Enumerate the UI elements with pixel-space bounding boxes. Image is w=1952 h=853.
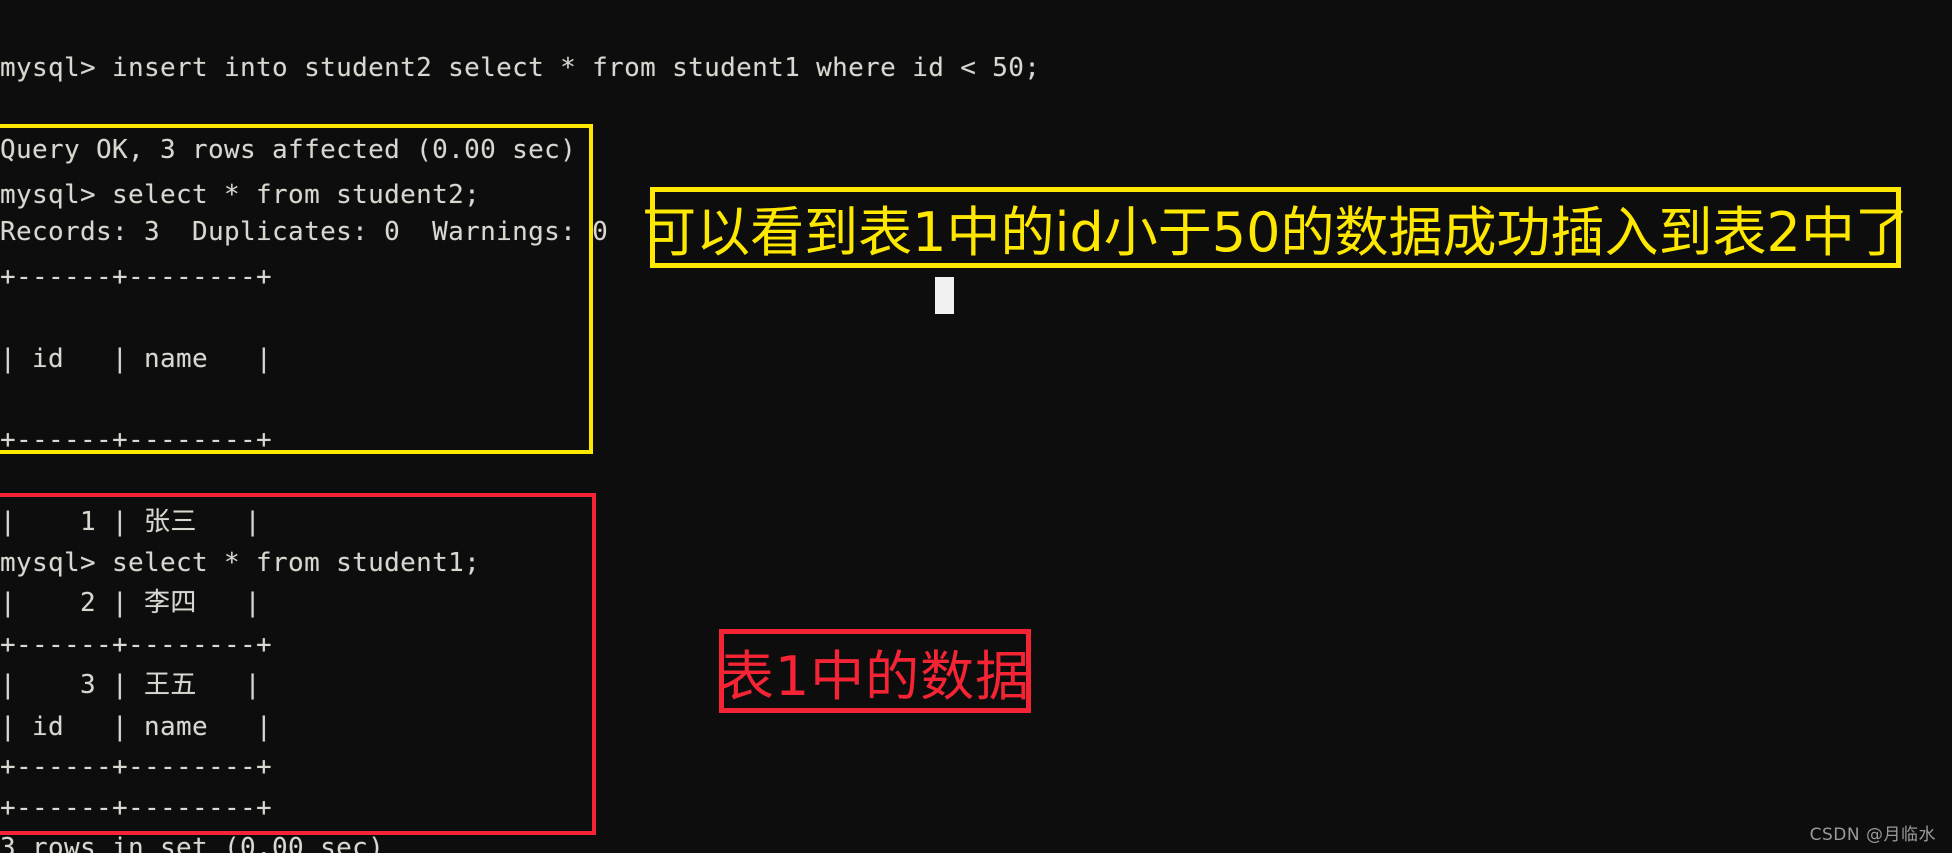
annotation-red-text: 表1中的数据	[719, 644, 1031, 708]
table-header-row: | id | name |	[0, 711, 273, 742]
terminal-screen: mysql> insert into student2 select * fro…	[0, 0, 1952, 853]
terminal-line-prompt: mysql> select * from student1;	[0, 548, 481, 579]
table-border-mid: +------+--------+	[0, 425, 273, 456]
text-cursor	[935, 277, 954, 314]
annotation-red: 表1中的数据	[719, 629, 1031, 713]
terminal-line: mysql> insert into student2 select * fro…	[0, 53, 1041, 84]
watermark: CSDN @月临水	[1809, 825, 1936, 845]
table-border-top: +------+--------+	[0, 262, 273, 292]
annotation-yellow-text: 可以看到表1中的id小于50的数据成功插入到表2中了	[642, 201, 1909, 264]
table-header-row: | id | name |	[0, 343, 273, 374]
table-border-mid: +------+--------+	[0, 793, 273, 824]
annotation-yellow: 可以看到表1中的id小于50的数据成功插入到表2中了	[642, 187, 1909, 268]
